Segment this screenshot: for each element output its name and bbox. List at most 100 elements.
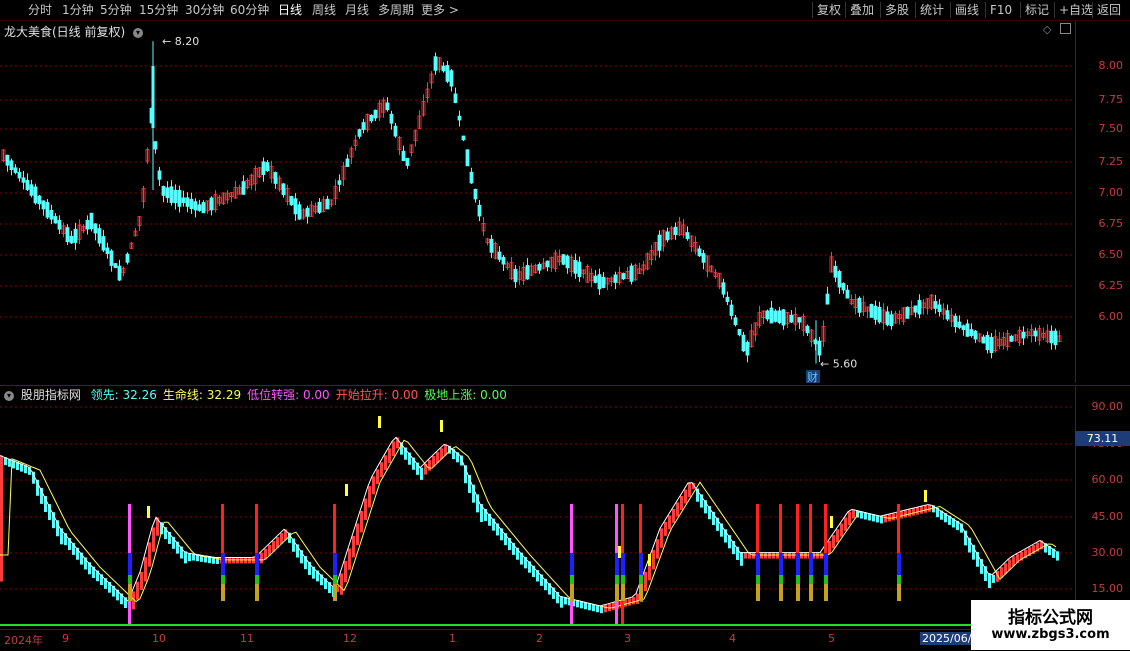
indicator-bar xyxy=(652,550,655,570)
candle-body xyxy=(957,321,962,328)
indicator-axis-tick: 90.00 xyxy=(1091,400,1124,413)
indicator-bar xyxy=(344,560,347,583)
toolbar-button-0[interactable]: 复权 xyxy=(812,2,845,18)
chevron-down-icon[interactable]: ▾ xyxy=(4,390,14,401)
indicator-panel[interactable]: ▾ 股朋指标网 领先: 32.26 生命线: 32.29 低位转强: 0.00 开始拉… xyxy=(0,386,1075,626)
candle-body xyxy=(69,235,74,244)
yellow-signal-mark xyxy=(618,546,621,558)
candle-body xyxy=(25,180,30,191)
candle-body xyxy=(885,311,890,326)
diamond-icon[interactable]: ◇ xyxy=(1043,23,1051,36)
period-tab-4[interactable]: 30分钟 xyxy=(185,2,224,18)
candle-body xyxy=(317,201,322,213)
candle-body xyxy=(433,56,438,71)
signal-green-block xyxy=(639,575,643,584)
period-tab-3[interactable]: 15分钟 xyxy=(139,2,178,18)
candle-body xyxy=(9,160,14,171)
chart-title: 龙大美食(日线 前复权) ▾ xyxy=(4,23,144,40)
candle-body xyxy=(825,293,830,305)
period-tab-6[interactable]: 日线 xyxy=(278,2,302,18)
price-axis-tick: 6.00 xyxy=(1098,310,1124,323)
candle-body xyxy=(281,183,286,196)
period-tab-10[interactable]: 更多 > xyxy=(421,2,459,18)
period-tab-8[interactable]: 月线 xyxy=(345,2,369,18)
candle-body xyxy=(13,167,18,173)
candle-body xyxy=(209,197,214,211)
indicator-chart[interactable] xyxy=(0,386,1075,626)
period-tab-0[interactable]: 分时 xyxy=(28,2,52,18)
toolbar-button-7[interactable]: +自选 xyxy=(1054,2,1097,18)
toolbar-button-1[interactable]: 叠加 xyxy=(845,2,878,18)
signal-gold-block xyxy=(621,584,625,601)
candle-body xyxy=(965,323,970,337)
period-tab-7[interactable]: 周线 xyxy=(312,2,336,18)
price-axis-tick: 6.25 xyxy=(1098,279,1124,292)
indicator-bar xyxy=(800,552,803,559)
signal-blue-block xyxy=(570,553,574,575)
candle-body xyxy=(489,238,494,253)
candle-body xyxy=(201,202,206,214)
period-tab-5[interactable]: 60分钟 xyxy=(230,2,269,18)
toolbar-button-2[interactable]: 多股 xyxy=(880,2,913,18)
toolbar-button-6[interactable]: 标记 xyxy=(1020,2,1053,18)
candle-body xyxy=(961,325,966,330)
toolbar-button-5[interactable]: F10 xyxy=(985,2,1016,18)
candle-body xyxy=(109,250,114,266)
toolbar-button-8[interactable]: 返回 xyxy=(1092,2,1125,18)
indicator-bar xyxy=(916,507,919,515)
candle-body xyxy=(497,251,502,260)
candlestick-chart[interactable]: ← 8.20 ← 5.60财 xyxy=(0,21,1075,384)
candle-body xyxy=(293,198,298,215)
date-label: 1 xyxy=(449,632,456,645)
panel-toggle-icon[interactable] xyxy=(1060,23,1071,34)
legend-item-1: 生命线: 32.29 xyxy=(163,388,241,402)
signal-gold-block xyxy=(333,584,337,601)
period-tab-9[interactable]: 多周期 xyxy=(378,2,414,18)
period-tab-2[interactable]: 5分钟 xyxy=(100,2,132,18)
candle-body xyxy=(73,228,78,243)
signal-green-block xyxy=(796,575,800,584)
signal-blue-block xyxy=(824,553,828,575)
candle-body xyxy=(21,177,26,183)
candle-body xyxy=(97,228,102,244)
candle-body xyxy=(841,283,846,291)
signal-blue-block xyxy=(796,553,800,575)
indicator-bar xyxy=(840,523,843,537)
chevron-down-icon[interactable]: ▾ xyxy=(133,27,144,38)
indicator-bar xyxy=(252,557,255,564)
legend-label: 领先: xyxy=(90,388,119,402)
signal-gold-block xyxy=(255,584,259,601)
price-chart-panel[interactable]: ← 8.20 ← 5.60 财 龙大美食(日线 前复权) ▾ ◇ xyxy=(0,21,1075,384)
toolbar-button-3[interactable]: 统计 xyxy=(915,2,948,18)
indicator-bar xyxy=(832,535,835,549)
candle-body xyxy=(673,226,678,236)
candle-body xyxy=(845,289,850,299)
indicator-bar xyxy=(628,598,631,606)
candle-body xyxy=(161,186,166,196)
candle-body xyxy=(973,330,978,340)
indicator-axis-tick: 45.00 xyxy=(1091,510,1124,523)
financial-event-badge[interactable]: 财 xyxy=(807,370,818,384)
price-axis-tick: 7.00 xyxy=(1098,186,1124,199)
indicator-bar xyxy=(684,489,687,504)
indicator-bar xyxy=(644,571,647,592)
date-label: 2 xyxy=(536,632,543,645)
indicator-bar xyxy=(144,557,147,582)
indicator-bar xyxy=(604,604,607,613)
indicator-bar xyxy=(372,476,375,495)
indicator-bar xyxy=(924,505,927,513)
candle-body xyxy=(57,219,62,230)
date-label: 11 xyxy=(240,632,254,645)
signal-blue-block xyxy=(621,553,625,575)
period-tab-1[interactable]: 1分钟 xyxy=(62,2,94,18)
candle-body xyxy=(917,299,922,315)
signal-green-block xyxy=(824,575,828,584)
toolbar-button-4[interactable]: 画线 xyxy=(950,2,983,18)
candle-body xyxy=(477,204,482,217)
candle-body xyxy=(17,171,22,179)
legend-item-0: 领先: 32.26 xyxy=(91,388,157,402)
candle-body xyxy=(797,317,802,323)
signal-blue-block xyxy=(255,553,259,575)
legend-value: 0.00 xyxy=(476,388,507,402)
candle-body xyxy=(49,210,54,220)
